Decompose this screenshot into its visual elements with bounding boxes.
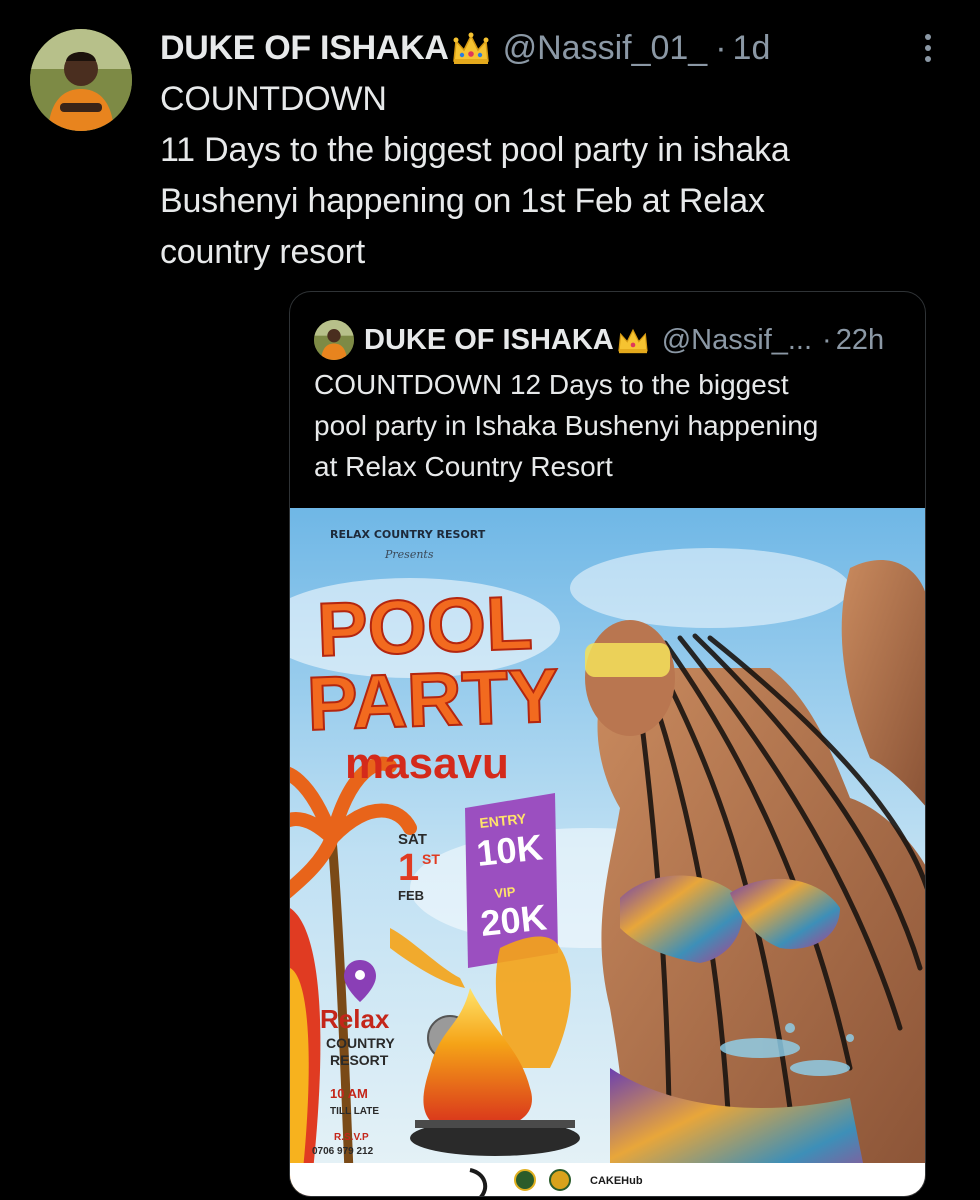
more-dot [925, 45, 931, 51]
poster-title-line2: PARTY [306, 653, 561, 747]
display-name[interactable]: DUKE OF ISHAKA [160, 24, 449, 72]
crown-emoji-icon [618, 328, 648, 354]
poster-date-suffix: ST [422, 851, 440, 867]
handle[interactable]: @Nassif_01_ [503, 24, 708, 72]
poster-venue-line1: Relax [320, 1004, 390, 1034]
poster-rsvp-phone: 0706 979 212 [312, 1146, 374, 1157]
poster-image[interactable]: RELAX COUNTRY RESORT Presents POOL PARTY… [290, 508, 925, 1196]
quoted-tweet-text: COUNTDOWN 12 Days to the biggest pool pa… [314, 369, 819, 482]
quoted-timestamp: 22h [835, 323, 885, 356]
poster-date-number: 1 [398, 847, 419, 889]
tweet[interactable]: DUKE OF ISHAKA @Nassif_01_ · 1d COUNTDOW… [0, 0, 980, 1200]
avatar[interactable] [30, 29, 132, 131]
poster-entry-price: 10K [475, 826, 545, 874]
tweet-header: DUKE OF ISHAKA @Nassif_01_ · 1d [160, 24, 770, 72]
poster-venue-line3: RESORT [330, 1052, 389, 1068]
poster-venue-line2: COUNTRY [326, 1035, 395, 1051]
separator: · [715, 29, 727, 67]
more-dots-icon [925, 34, 931, 40]
poster-presenter: RELAX COUNTRY RESORT [330, 528, 486, 541]
poster-day: SAT [398, 831, 427, 848]
poster-rsvp-label: R.S.V.P [334, 1132, 369, 1143]
quoted-separator: · [822, 323, 832, 356]
poster-time-start: 10 AM [330, 1086, 368, 1101]
quoted-tweet[interactable]: DUKE OF ISHAKA @Nassif_... · 22h COUNTDO… [289, 291, 926, 1197]
crown-emoji-icon [452, 32, 489, 64]
timestamp[interactable]: 1d [733, 24, 771, 72]
poster-vip-label: VIP [494, 884, 517, 901]
quoted-display-name: DUKE OF ISHAKA [364, 323, 614, 356]
poster-subtitle: masavu [345, 739, 509, 788]
poster-time-end: TILL LATE [330, 1106, 379, 1117]
quoted-avatar [314, 320, 354, 360]
poster-sponsor: CAKEHub [590, 1175, 643, 1187]
poster-month: FEB [398, 888, 424, 903]
quoted-tweet-header: DUKE OF ISHAKA @Nassif_... · 22h [314, 319, 884, 361]
more-dot [925, 56, 931, 62]
tweet-text: COUNTDOWN 11 Days to the biggest pool pa… [160, 80, 790, 271]
more-options-button[interactable] [916, 30, 940, 66]
quoted-handle: @Nassif_... [661, 323, 813, 356]
poster-presents: Presents [384, 548, 434, 561]
